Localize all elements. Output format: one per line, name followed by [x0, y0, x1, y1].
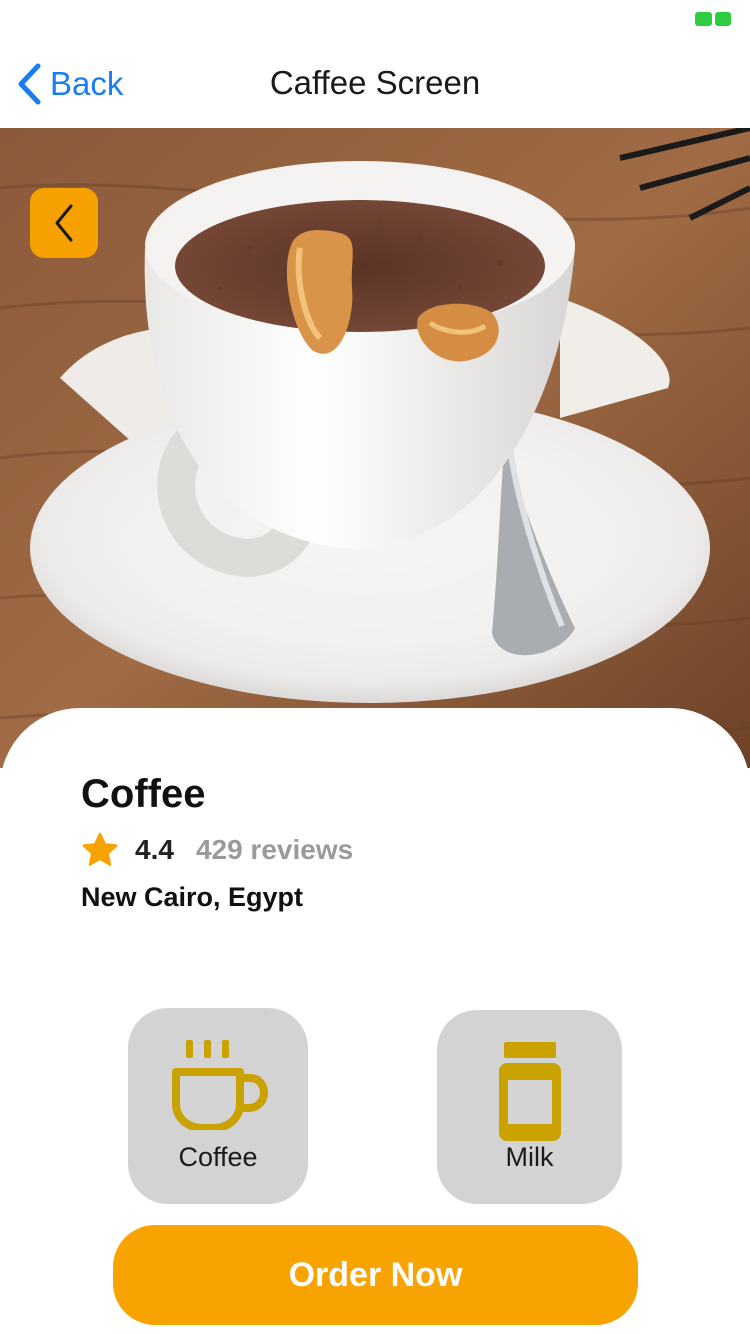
navigation-bar: Back Caffee Screen [0, 40, 750, 128]
page-title: Caffee Screen [269, 64, 481, 101]
option-coffee[interactable]: Coffee [128, 1008, 308, 1204]
option-milk[interactable]: Milk [437, 1010, 622, 1204]
battery-status-indicator [695, 12, 731, 26]
product-title: Coffee [81, 772, 206, 816]
chevron-left-icon [55, 204, 73, 242]
hero-back-button[interactable] [30, 188, 98, 258]
coffee-cup-icon [128, 1038, 308, 1130]
location-text: New Cairo, Egypt [81, 882, 304, 912]
order-now-button[interactable]: Order Now [113, 1225, 638, 1325]
rating-value: 4.4 [135, 834, 174, 865]
option-milk-label: Milk [505, 1142, 554, 1172]
option-coffee-label: Coffee [178, 1142, 258, 1172]
hero-image [0, 128, 750, 768]
coffee-cup-photo [0, 128, 750, 768]
milk-jar-icon [437, 1042, 622, 1142]
star-icon [82, 832, 118, 866]
rating-row: 4.4 429 reviews [81, 830, 353, 870]
reviews-count[interactable]: 429 reviews [196, 834, 353, 866]
